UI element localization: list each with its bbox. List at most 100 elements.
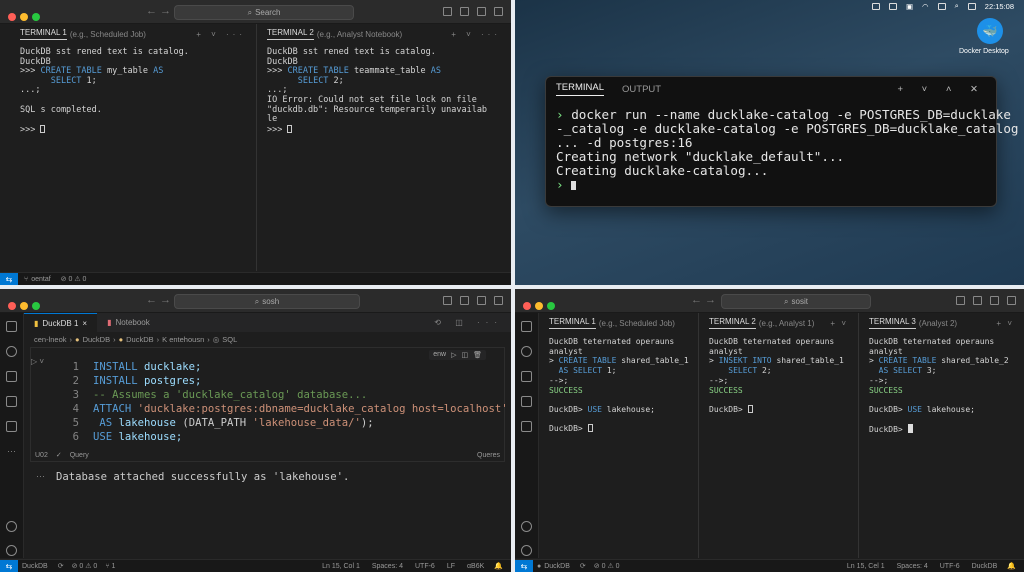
status-bar: ⇆ DuckDB ⟳ ⊘ 0 ⚠ 0 ⑂ 1 Ln 15, Col 1 Spac… <box>0 559 511 572</box>
terminal-tab-label[interactable]: TERMINAL 1 <box>20 28 67 40</box>
cursor <box>571 181 577 190</box>
status-bar: ⇆ ● DuckDB ⟳ ⊘ 0 ⚠ 0 Ln 15, Cel 1 Spaces… <box>515 559 1024 572</box>
terminal-pane-1[interactable]: TERMINAL 1 (e.g., Scheduled Job) DuckDB t… <box>541 313 699 558</box>
sql-icon: ◎ <box>212 334 220 344</box>
docker-whale-icon[interactable]: ▣ <box>906 2 913 11</box>
notebook-icon: ▮ <box>107 318 112 327</box>
mac-menubar: ▣ ◠ ⌕ 22:15:08 <box>871 0 1024 12</box>
floating-terminal-window: TERMINAL OUTPUT + ˅ ˄ ✕ › docker run --n… <box>545 76 1019 207</box>
search-icon[interactable] <box>6 346 17 357</box>
cursor <box>587 424 593 433</box>
search-icon: ⌕ <box>254 296 260 306</box>
vscode-window-two-terminals: ← → ⌕ Search TERMINAL 1 (e.g., Scheduled J… <box>0 0 511 285</box>
extensions-icon[interactable] <box>6 421 17 432</box>
terminal-output: DuckDB sst rened text is catalog. DuckDB… <box>20 47 189 135</box>
vscode-notebook-window: ← → ⌕ sosh ··· ▮ DuckDB 1 × ▮ Notebook ⟲ ◫ ·… <box>0 289 511 572</box>
search-icon: ⌕ <box>247 7 253 17</box>
explorer-icon[interactable] <box>521 321 532 332</box>
menu-icon-1 <box>871 2 880 10</box>
terminal-output: DuckDB sst rened text is catalog. DuckDB… <box>267 47 488 135</box>
docker-desktop-icon[interactable]: 🐳 <box>977 18 1003 44</box>
sync-icon[interactable]: ⟳ <box>58 562 64 570</box>
delete-icon: 🗑 <box>473 352 482 359</box>
search-icon: ⌕ <box>784 296 789 306</box>
layout-icons[interactable] <box>443 7 503 16</box>
breadcrumb[interactable]: cen-lneok › ● DuckDB › ● DuckDB › K entehousn › ◎ S… <box>24 332 511 346</box>
duck-icon: ● <box>75 334 80 344</box>
tab-output[interactable]: OUTPUT <box>622 84 661 95</box>
cell-footer: U02 ✓ Query Queres <box>35 451 500 460</box>
search-icon[interactable] <box>521 346 532 357</box>
account-icon[interactable] <box>6 521 17 532</box>
terminal-pane-2[interactable]: TERMINAL 2 (e.g., Analyst Notebook) + ˅ ··… <box>257 24 511 271</box>
remote-icon[interactable]: ⇆ <box>515 559 533 572</box>
tab-terminal[interactable]: TERMINAL <box>556 82 605 96</box>
explorer-icon[interactable] <box>6 321 17 332</box>
back-forward-icon[interactable]: ← → <box>691 294 716 306</box>
back-forward-icon[interactable]: ← → <box>146 294 171 306</box>
editor-tabs: ▮ DuckDB 1 × ▮ Notebook ⟲ ◫ ··· <box>24 313 511 332</box>
cursor <box>907 424 913 434</box>
back-forward-icon[interactable]: ← → <box>146 5 171 17</box>
search-icon: ⌕ <box>954 1 959 10</box>
remote-icon[interactable]: ⇆ <box>0 272 18 285</box>
cell-toolbar[interactable]: enw ▷ ◫ 🗑 <box>429 350 486 360</box>
run-debug-icon[interactable] <box>521 396 532 407</box>
search-bar[interactable]: ⌕ Search <box>174 5 354 20</box>
activity-bar <box>515 313 539 558</box>
tab-notebook[interactable]: ▮ Notebook <box>97 313 160 332</box>
desktop-docker-terminal: ▣ ◠ ⌕ 22:15:08 🐳 Docker Desktop TERMINAL OU… <box>515 0 1024 285</box>
editor-actions[interactable]: ⟲ ◫ ··· <box>426 313 511 332</box>
cell-output: Database attached successfully as 'lakeh… <box>56 471 350 483</box>
menu-icon-3 <box>937 2 946 10</box>
more-icon[interactable]: ··· <box>6 446 17 457</box>
code-cell[interactable]: enw ▷ ◫ 🗑 1 INSTALL ducklake; 2 INSTALL postg… <box>30 347 508 462</box>
duck-icon: ● <box>537 562 542 570</box>
bell-icon[interactable]: 🔔 <box>494 562 503 570</box>
control-center-icon <box>967 2 976 10</box>
sync-icon[interactable]: ⟳ <box>580 562 586 570</box>
vscode-three-terminals: ← → ⌕ sosit TERMINAL 1 (e.g., Scheduled Jo… <box>515 289 1024 572</box>
status-bar: ⇆ ⑂ oentaf ⊘ 0 ⚠ 0 <box>0 272 511 285</box>
branch-icon[interactable]: ⑂ <box>24 276 28 283</box>
terminal-actions[interactable]: + ˅ ··· <box>196 30 246 39</box>
output-menu-icon[interactable]: ··· <box>36 471 45 481</box>
settings-gear-icon[interactable] <box>6 545 17 556</box>
search-bar[interactable]: ⌕ sosh <box>174 294 360 309</box>
terminal-pane-3[interactable]: TERMINAL 3 (Analyst 2) + ˅ DuckDB teternat… <box>859 313 1024 558</box>
remote-icon[interactable]: ⇆ <box>0 559 18 572</box>
account-icon[interactable] <box>521 521 532 532</box>
terminal-output: DuckDB teternated operauns analyst > CRE… <box>869 337 1009 435</box>
code-editor[interactable]: 1 INSTALL ducklake; 2 INSTALL postgres; 3-… <box>31 360 508 444</box>
settings-gear-icon[interactable] <box>521 545 532 556</box>
clock[interactable]: 22:15:08 <box>985 2 1014 11</box>
run-debug-icon[interactable] <box>6 396 17 407</box>
notebook-icon: ▮ <box>34 318 39 328</box>
cursor <box>287 124 293 133</box>
title-bar: ← → ⌕ sosh <box>0 289 511 313</box>
source-control-icon[interactable] <box>6 371 17 382</box>
layout-icons[interactable] <box>443 296 503 305</box>
panel-actions[interactable]: + ˅ ˄ ✕ <box>897 84 986 95</box>
duck-icon: ● <box>118 334 124 344</box>
docker-terminal-output[interactable]: › docker run --name ducklake-catalog -e … <box>546 101 1019 199</box>
search-bar[interactable]: ⌕ sosit <box>721 294 871 309</box>
menu-icon-2 <box>888 2 897 10</box>
terminal-actions[interactable]: + ˅ ··· <box>451 30 501 39</box>
terminal-pane-2[interactable]: TERMINAL 2 (e.g., Analyst 1) + ˅ DuckDB te… <box>699 313 859 558</box>
terminal-pane-1[interactable]: TERMINAL 1 (e.g., Scheduled Job) + ˅ ··· D… <box>10 24 257 271</box>
tab-duckdb[interactable]: ▮ DuckDB 1 × <box>24 313 98 332</box>
docker-desktop-label[interactable]: Docker Desktop <box>959 48 1009 55</box>
close-icon: × <box>82 318 88 328</box>
activity-bar: ··· <box>0 313 24 558</box>
bell-icon[interactable]: 🔔 <box>1007 562 1016 570</box>
layout-icons[interactable] <box>956 296 1016 305</box>
title-bar: ← → ⌕ sosit <box>515 289 1024 313</box>
source-control-icon[interactable] <box>521 371 532 382</box>
terminal-output: DuckDB teternated operauns analyst > CRE… <box>549 337 689 434</box>
title-bar: ← → ⌕ Search <box>0 0 511 24</box>
cursor <box>40 124 46 133</box>
cursor <box>747 404 753 413</box>
extensions-icon[interactable] <box>521 421 532 432</box>
check-icon: ✓ <box>55 452 62 459</box>
